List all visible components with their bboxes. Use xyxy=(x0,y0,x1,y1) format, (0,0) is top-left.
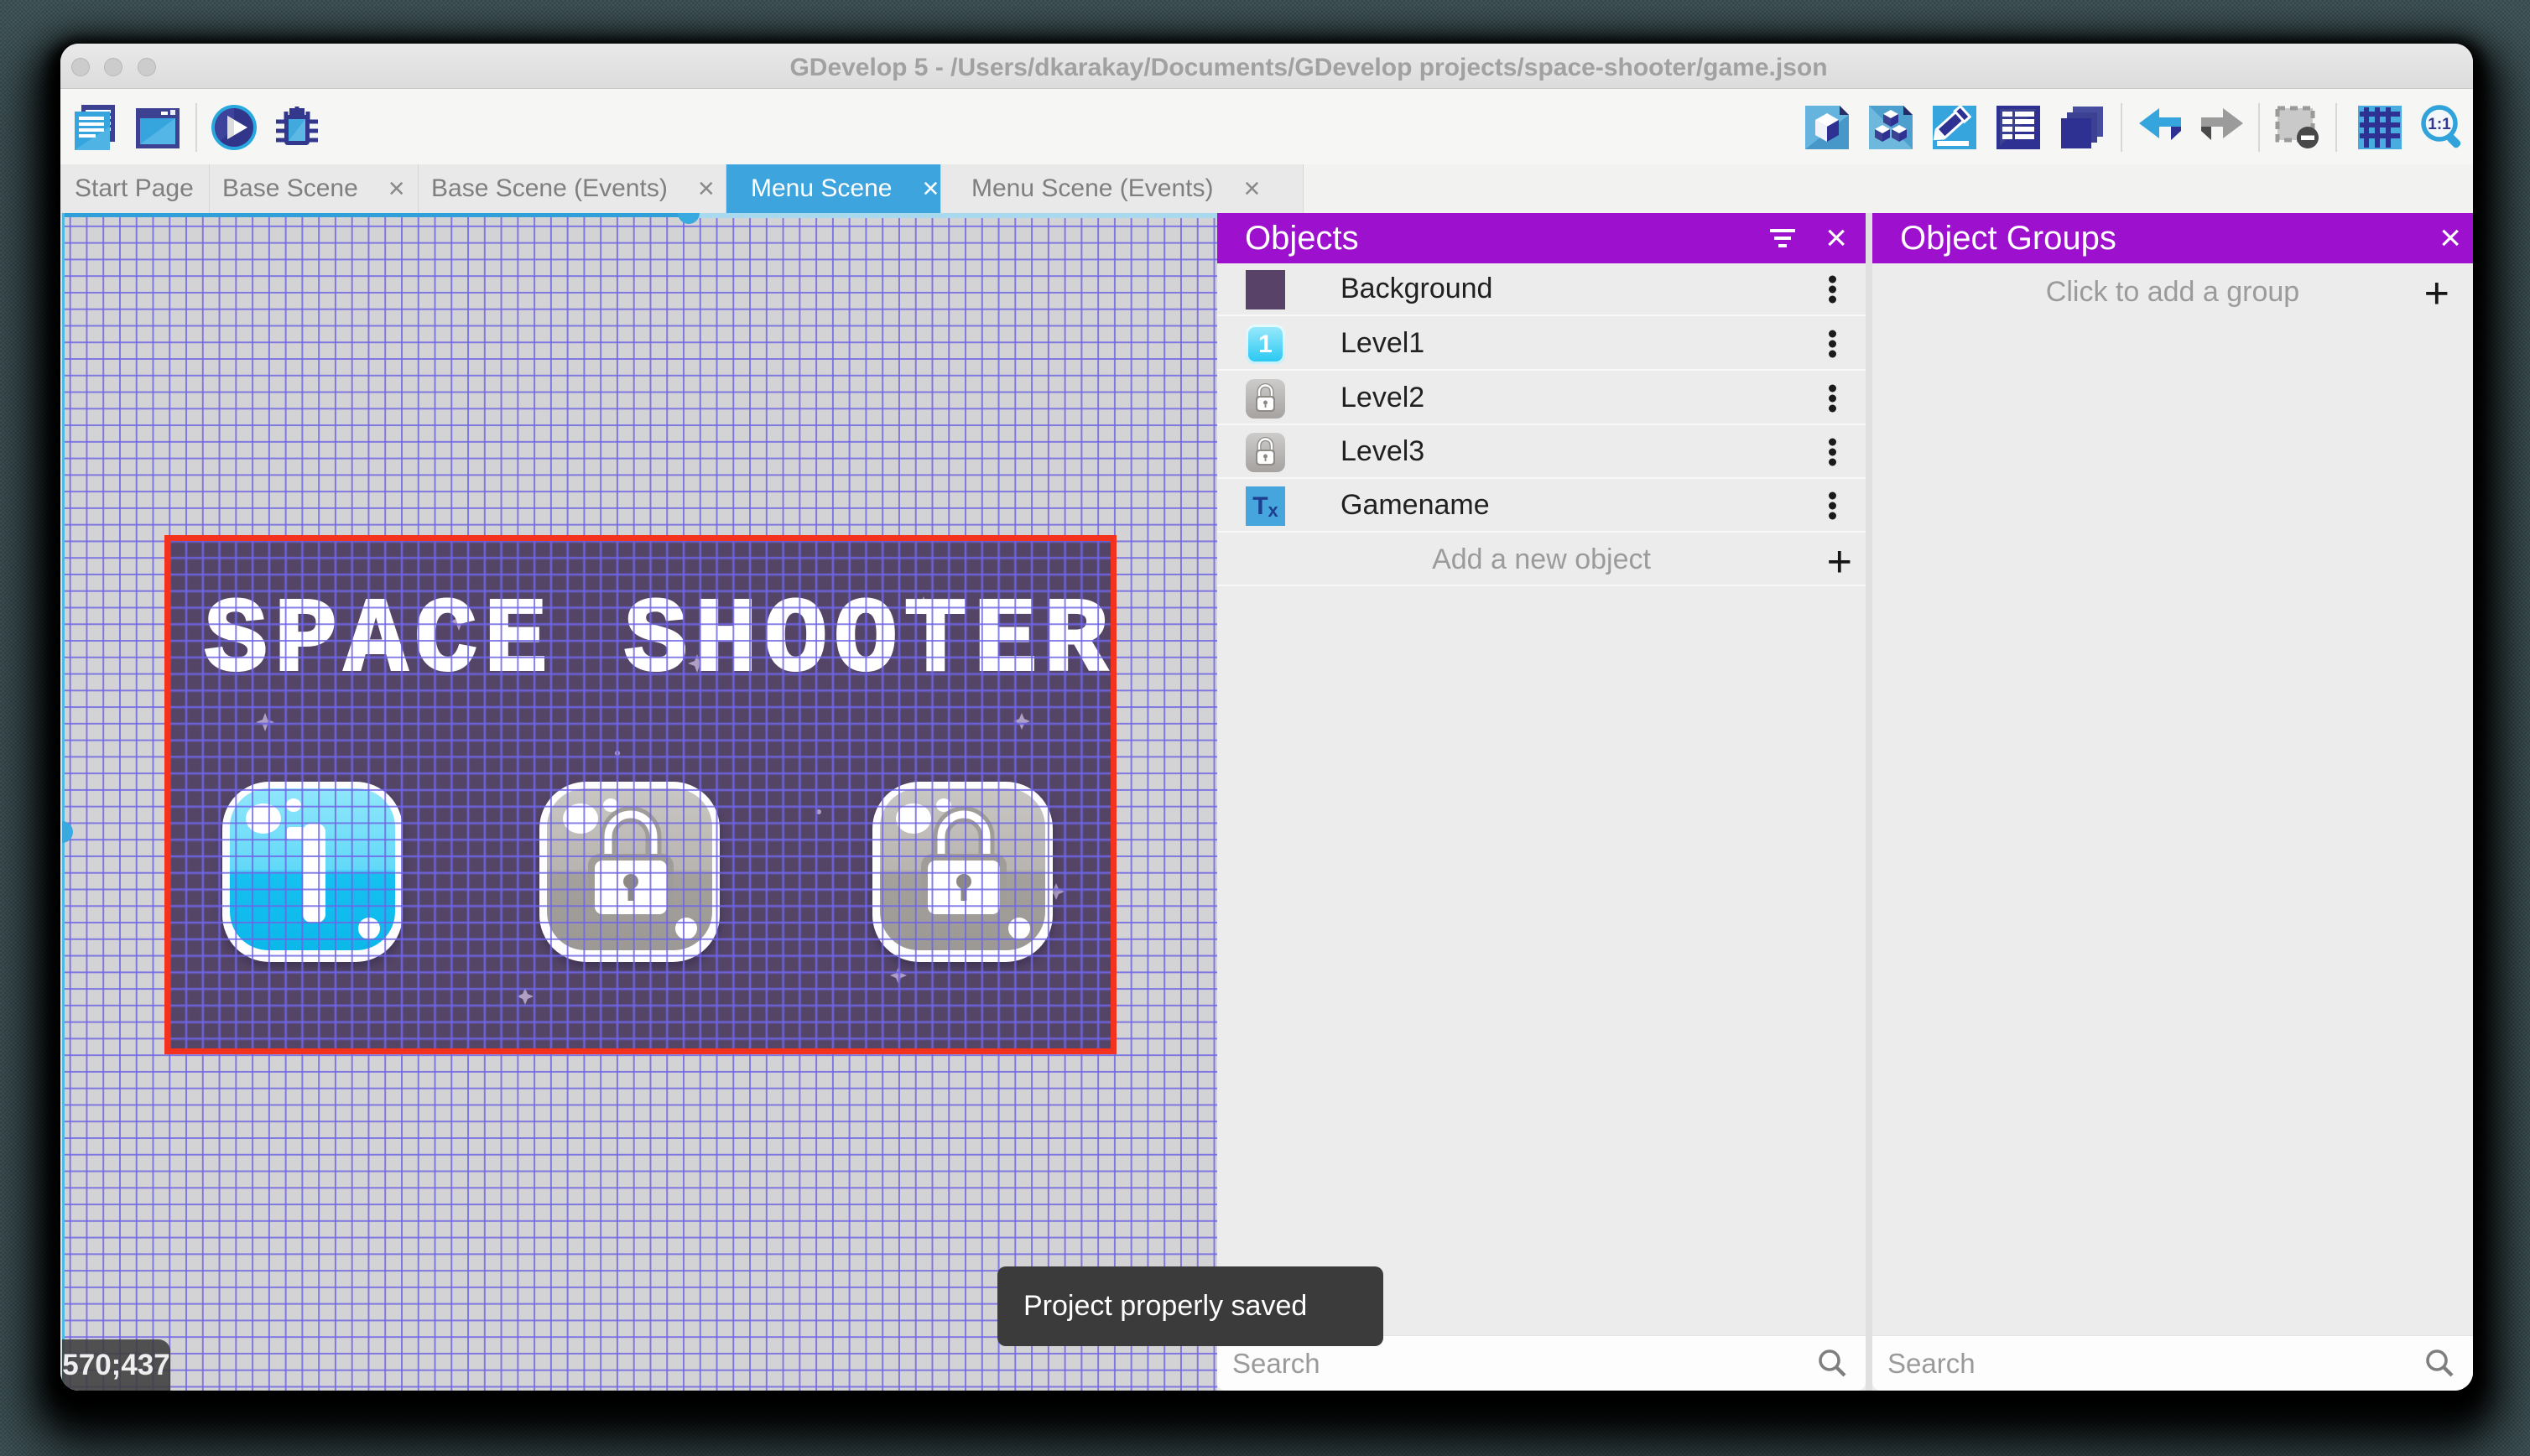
svg-text:1:1: 1:1 xyxy=(2428,116,2451,133)
